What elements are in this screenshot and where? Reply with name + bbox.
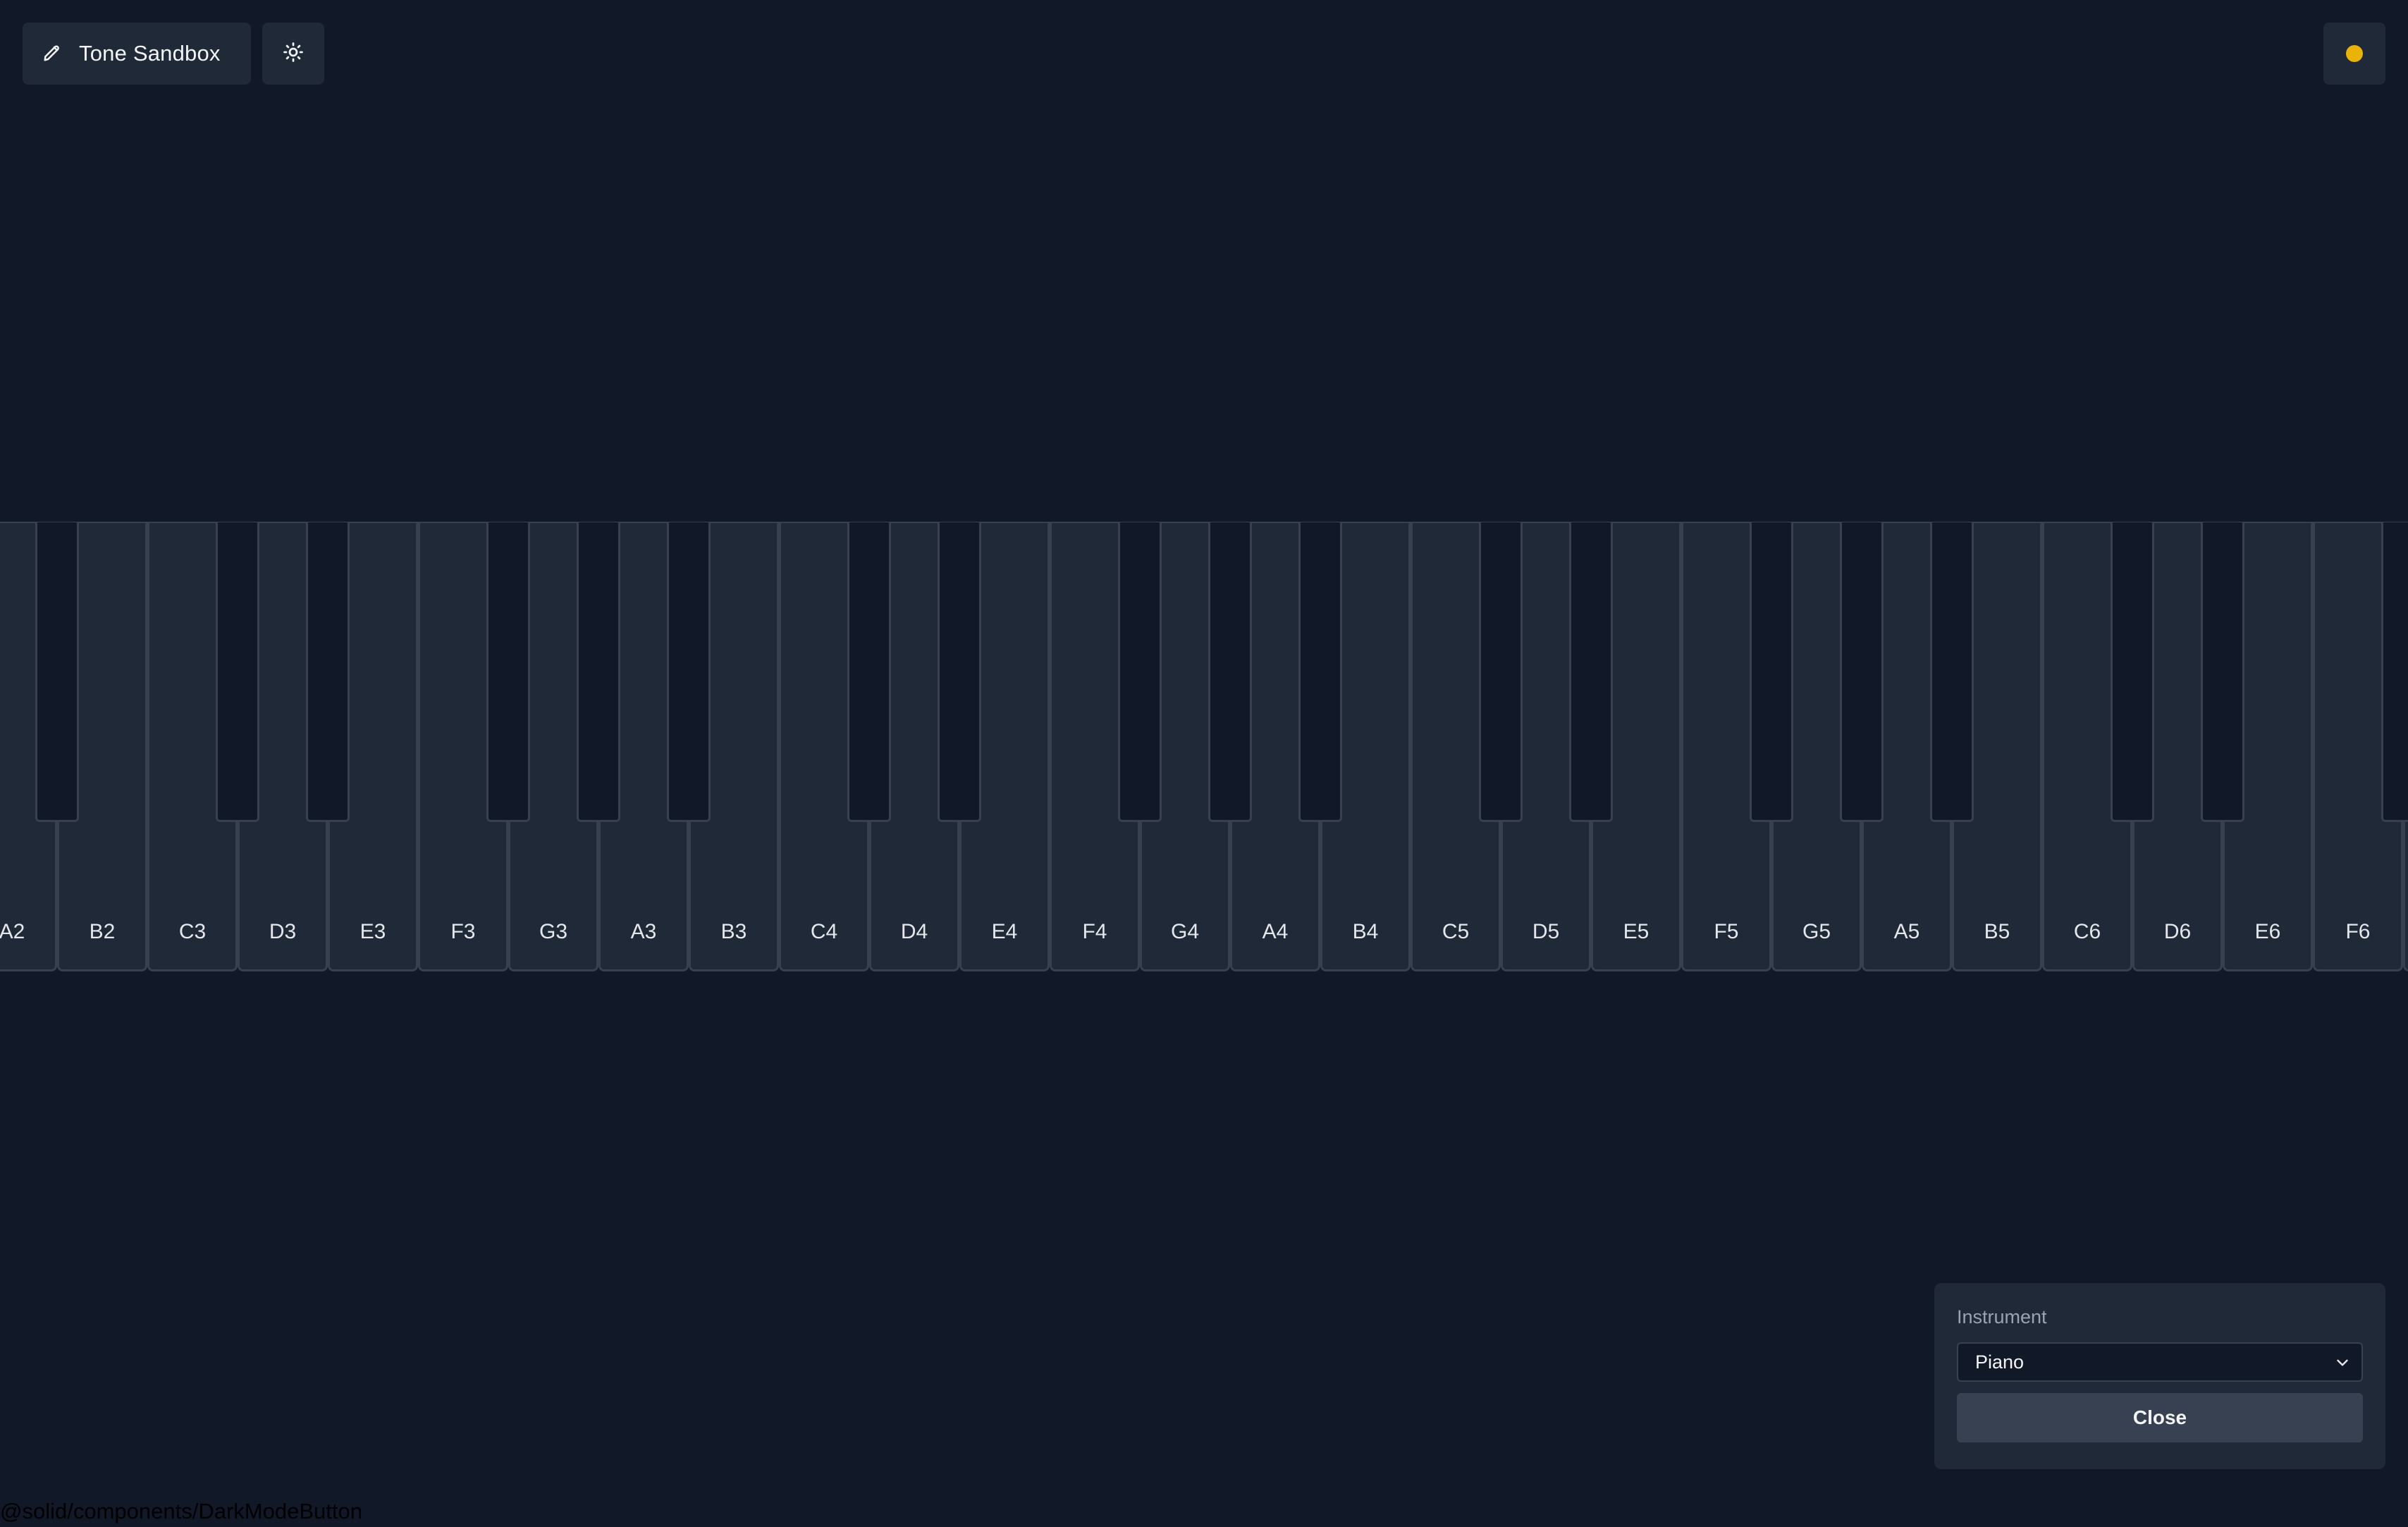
black-key-a-sharp4[interactable] (1298, 522, 1342, 822)
black-key-g-sharp4[interactable] (1208, 522, 1252, 822)
black-key-f-sharp5[interactable] (1750, 522, 1793, 822)
black-key-g-sharp3[interactable] (577, 522, 620, 822)
key-label: C4 (810, 920, 838, 943)
key-label: E5 (1623, 920, 1650, 943)
app-root: Tone Sandbox A2 B2 C3 D3 E3 F3 G3 A3 B3 C4 D4 E4 F4 G… (0, 0, 2408, 1527)
black-key-f-sharp3[interactable] (486, 522, 530, 822)
key-label: G4 (1170, 920, 1200, 943)
key-label: C6 (2073, 920, 2101, 943)
black-key-c-sharp3[interactable] (216, 522, 259, 822)
black-key-g-sharp5[interactable] (1840, 522, 1884, 822)
key-label: D3 (269, 920, 297, 943)
key-label: B4 (1352, 920, 1379, 943)
black-key-d-sharp6[interactable] (2201, 522, 2244, 822)
key-label: D5 (1532, 920, 1560, 943)
black-key-d-sharp4[interactable] (938, 522, 981, 822)
key-label: G6 (2405, 920, 2408, 944)
black-key-f-sharp4[interactable] (1118, 522, 1162, 822)
close-button[interactable]: Close (1957, 1393, 2363, 1442)
key-label: F3 (450, 920, 476, 943)
instrument-label: Instrument (1957, 1306, 2047, 1327)
key-label: B3 (720, 920, 747, 943)
key-label: D4 (900, 920, 928, 943)
black-key-a-sharp5[interactable] (1930, 522, 1974, 822)
black-key-d-sharp5[interactable] (1569, 522, 1613, 822)
black-key-a-sharp2[interactable] (35, 522, 79, 822)
black-key-c-sharp6[interactable] (2111, 522, 2154, 822)
key-label: A2 (0, 920, 25, 943)
black-key-d-sharp3[interactable] (306, 522, 350, 822)
dark-mode-toggle-button[interactable] (262, 23, 324, 85)
sun-icon (283, 42, 304, 66)
status-dot (2346, 45, 2363, 62)
close-button-label: Close (2132, 1406, 2187, 1428)
black-key-c-sharp4[interactable] (847, 522, 891, 822)
key-label: E3 (360, 920, 386, 943)
key-label: C3 (178, 920, 207, 943)
key-label: F5 (1714, 920, 1739, 943)
instrument-panel: Instrument Piano Close (1934, 1283, 2385, 1469)
black-key-c-sharp5[interactable] (1479, 522, 1523, 822)
key-label: F6 (2345, 920, 2371, 943)
chevron-down-icon (2333, 1354, 2352, 1375)
key-label: B5 (1984, 920, 2010, 943)
key-label: A3 (630, 920, 657, 943)
key-label: D6 (2163, 920, 2192, 943)
key-label: A5 (1893, 920, 1920, 943)
key-label: A4 (1262, 920, 1289, 943)
status-indicator-button[interactable] (2323, 23, 2385, 85)
key-label: G5 (1802, 920, 1831, 943)
tone-sandbox-button[interactable]: Tone Sandbox (23, 23, 251, 85)
component-path-text: @solid/components/DarkModeButton (0, 1499, 362, 1523)
key-label: F4 (1082, 920, 1107, 943)
piano-keyboard: A2 B2 C3 D3 E3 F3 G3 A3 B3 C4 D4 E4 F4 G4 A4 B4 C5 D5 E5 F5… (0, 522, 2408, 971)
instrument-select[interactable]: Piano (1957, 1342, 2363, 1382)
instrument-select-value: Piano (1975, 1351, 2025, 1373)
key-label: E4 (991, 920, 1018, 943)
black-key-f-sharp6[interactable] (2381, 522, 2408, 822)
brand-label: Tone Sandbox (79, 41, 221, 66)
key-label: B2 (89, 920, 116, 943)
top-toolbar: Tone Sandbox (23, 23, 324, 85)
key-label: C5 (1442, 920, 1470, 943)
black-key-a-sharp3[interactable] (667, 522, 711, 822)
pencil-icon (42, 42, 63, 66)
key-label: G3 (539, 920, 568, 943)
key-label: E6 (2254, 920, 2281, 943)
